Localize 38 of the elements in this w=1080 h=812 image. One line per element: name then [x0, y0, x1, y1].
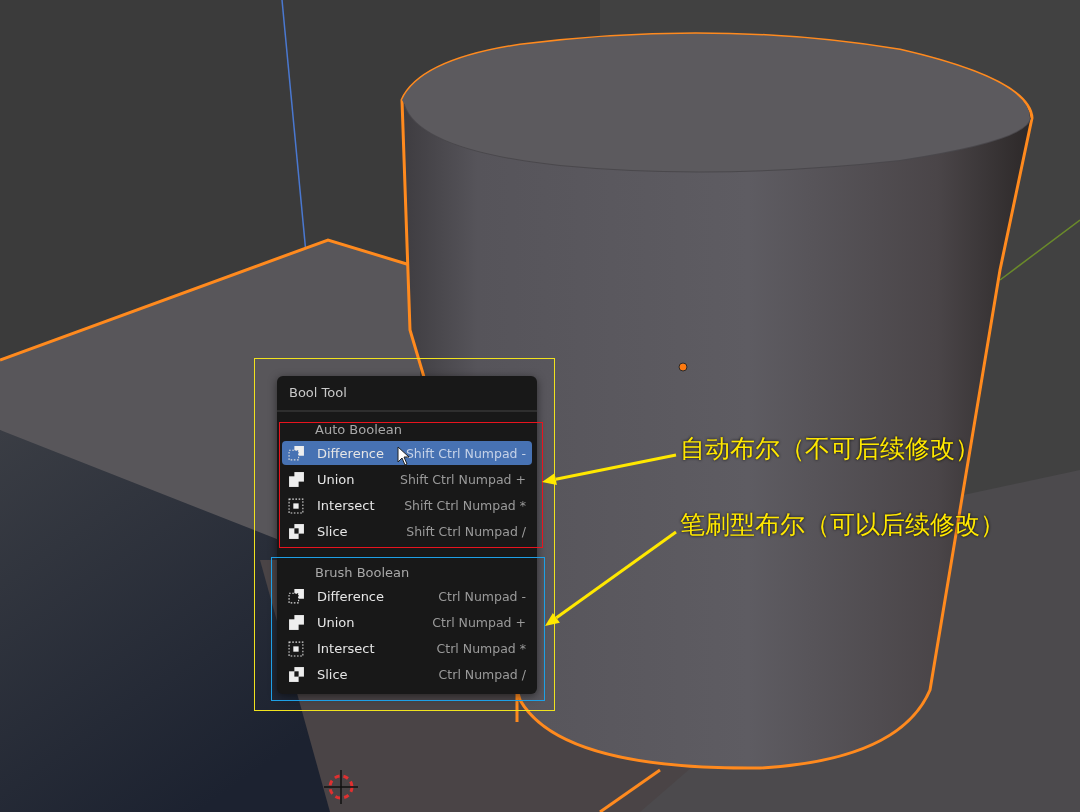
shortcut-text: Shift Ctrl Numpad /: [406, 523, 526, 539]
shortcut-text: Ctrl Numpad *: [436, 640, 526, 656]
union-icon: [288, 613, 305, 631]
3d-cursor-icon[interactable]: [323, 769, 359, 805]
item-label: Difference: [317, 445, 385, 461]
menu-item[interactable]: Slice Ctrl Numpad /: [282, 662, 532, 686]
section-header: Brush Boolean: [314, 564, 411, 582]
item-label: Slice: [317, 666, 348, 682]
item-label: Intersect: [317, 497, 375, 513]
shortcut-text: Ctrl Numpad -: [438, 588, 526, 604]
item-label: Union: [317, 614, 355, 630]
shortcut-text: Shift Ctrl Numpad *: [404, 497, 526, 513]
slice-icon: [288, 522, 305, 540]
menu-item[interactable]: Union Shift Ctrl Numpad +: [282, 467, 532, 491]
shortcut-text: Ctrl Numpad +: [432, 614, 526, 630]
shortcut-text: Ctrl Numpad /: [438, 666, 526, 682]
menu-item[interactable]: Difference Shift Ctrl Numpad -: [282, 441, 532, 465]
slice-icon: [288, 665, 305, 683]
difference-icon: [288, 587, 305, 605]
menu-item[interactable]: Intersect Ctrl Numpad *: [282, 636, 532, 660]
item-label: Union: [317, 471, 355, 487]
difference-icon: [288, 444, 305, 462]
shortcut-text: Shift Ctrl Numpad +: [399, 471, 526, 487]
annotation-text: 自动布尔（不可后续修改）: [680, 433, 980, 465]
section-header: Auto Boolean: [314, 421, 403, 439]
union-icon: [288, 470, 305, 488]
item-label: Intersect: [317, 640, 375, 656]
item-label: Slice: [317, 523, 348, 539]
menu-item[interactable]: Union Ctrl Numpad +: [282, 610, 532, 634]
item-label: Difference: [317, 588, 385, 604]
menu-item[interactable]: Difference Ctrl Numpad -: [282, 584, 532, 608]
object-origin-dot: [678, 362, 688, 372]
menu-item[interactable]: Intersect Shift Ctrl Numpad *: [282, 493, 532, 517]
shortcut-text: Shift Ctrl Numpad -: [405, 445, 526, 461]
menu-item[interactable]: Slice Shift Ctrl Numpad /: [282, 519, 532, 543]
menu-title: Bool Tool: [277, 376, 537, 412]
intersect-icon: [288, 639, 305, 657]
intersect-icon: [288, 496, 305, 514]
